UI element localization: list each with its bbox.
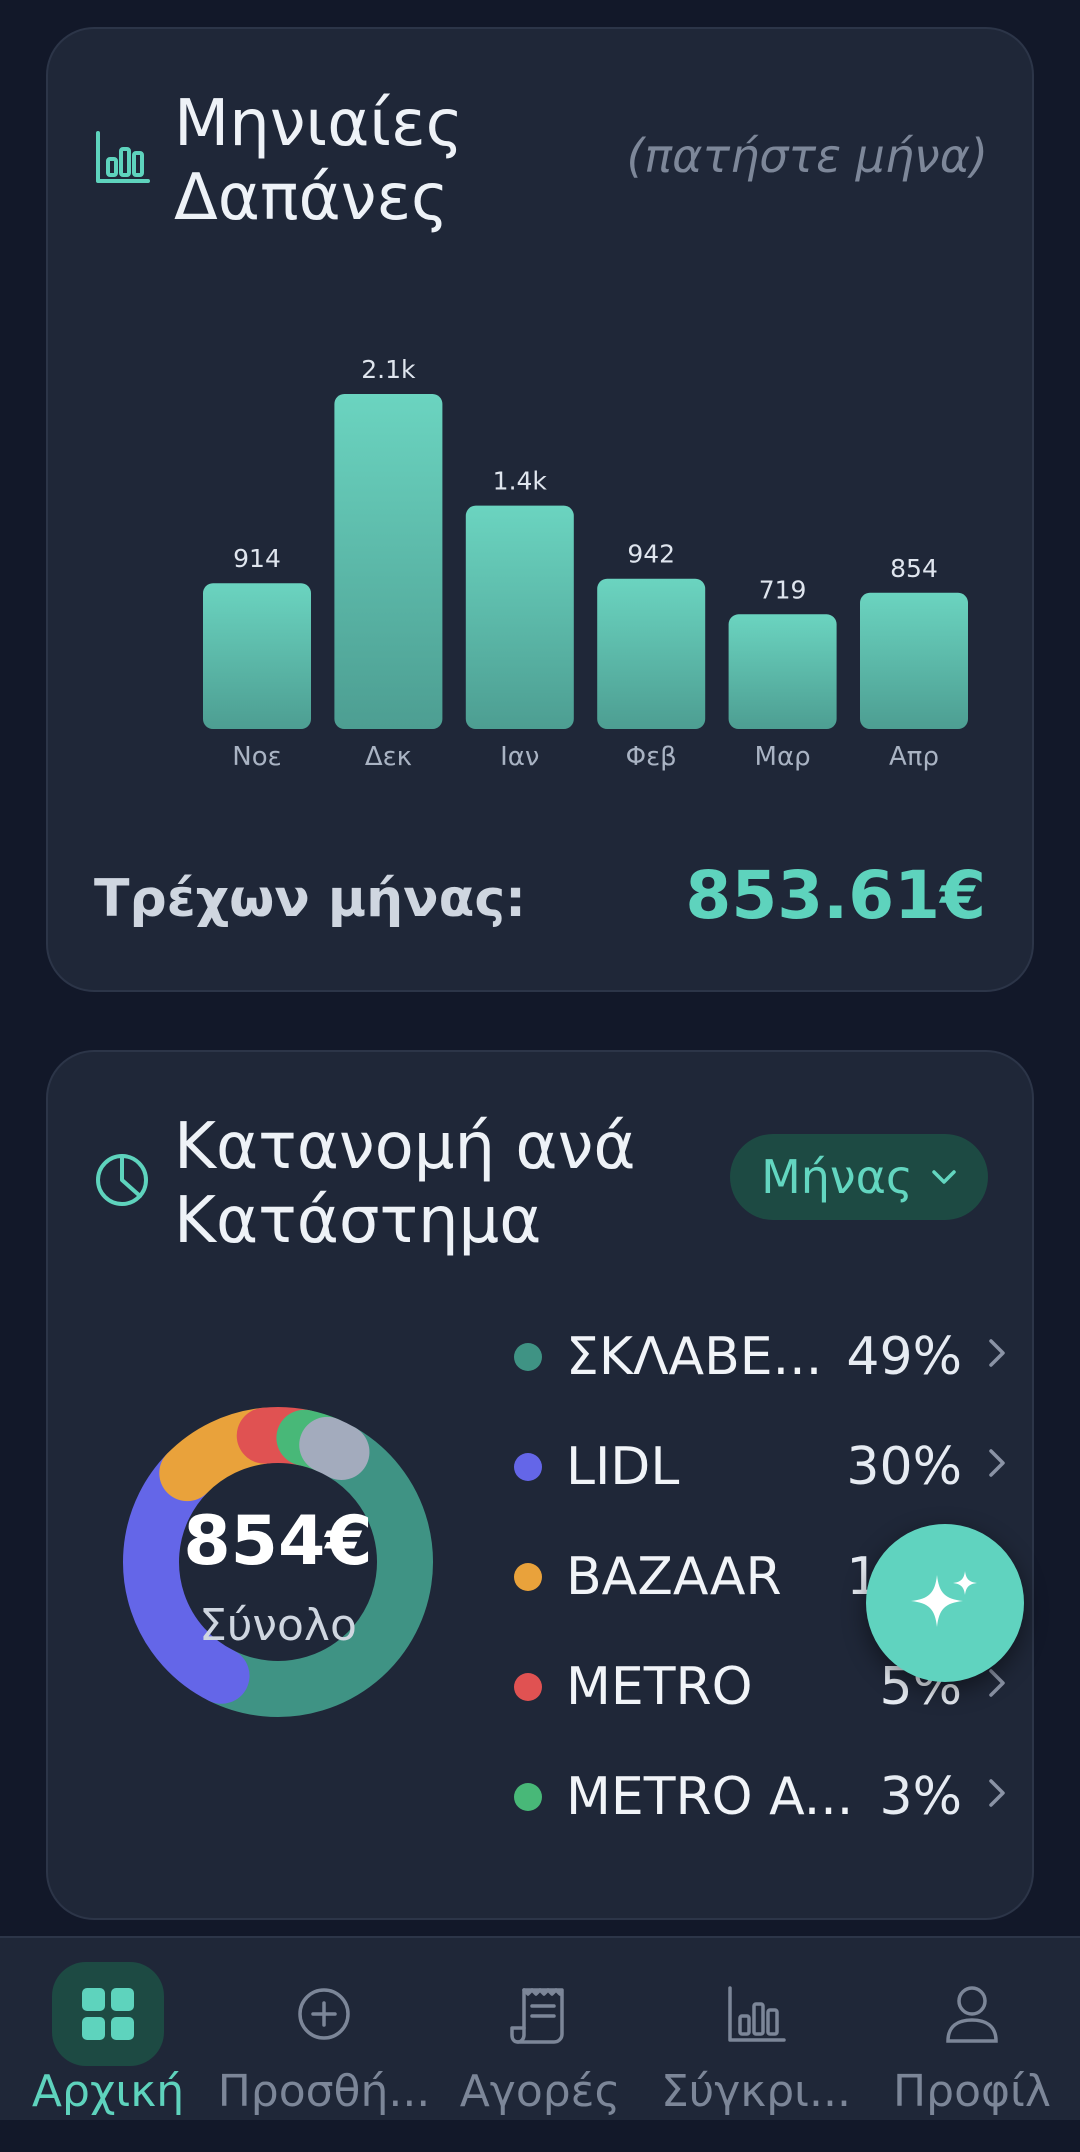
pie-chart-icon <box>96 1154 148 1206</box>
chevron-right-icon <box>989 1669 1005 1697</box>
plus-circle-icon <box>298 1988 350 2040</box>
bar-Απρ[interactable] <box>860 592 968 729</box>
nav-icon-container <box>484 1962 596 2066</box>
nav-icon-container <box>916 1962 1028 2066</box>
nav-item-purchases[interactable]: Αγορές <box>432 1938 648 2122</box>
bar-category-label: Μαρ <box>755 742 811 772</box>
legend-percentage: 3% <box>879 1767 963 1827</box>
legend-store-name: METRO A... <box>566 1767 854 1827</box>
donut-total-label: Σύνολο <box>199 1600 357 1651</box>
legend-item-4[interactable]: METRO A... 3% <box>514 1742 1014 1852</box>
bar-value-label: 942 <box>627 540 675 569</box>
legend-dot <box>514 1783 542 1811</box>
nav-item-compare[interactable]: Σύγκρι... <box>648 1938 864 2122</box>
bar-category-label: Νοε <box>232 742 281 772</box>
nav-item-profile[interactable]: Προφίλ <box>864 1938 1080 2122</box>
store-breakdown-title: Κατανομή ανά Κατάστημα <box>174 1110 636 1258</box>
bar-chart-icon <box>728 1986 786 2042</box>
nav-label: Προφίλ <box>893 2066 1051 2117</box>
period-selector-label: Μήνας <box>761 1150 913 1204</box>
nav-icon-container <box>700 1962 812 2066</box>
bar-value-label: 1.4k <box>493 467 548 496</box>
bar-category-label: Φεβ <box>626 742 677 772</box>
nav-icon-container <box>268 1962 380 2066</box>
donut-total-value: 854€ <box>183 1502 373 1581</box>
nav-label: Σύγκρι... <box>660 2066 851 2117</box>
legend-item-1[interactable]: LIDL 30% <box>514 1412 1014 1522</box>
legend-percentage: 30% <box>846 1437 962 1497</box>
legend-percentage: 49% <box>846 1327 962 1387</box>
legend-dot <box>514 1343 542 1371</box>
user-icon <box>946 1986 998 2043</box>
bar-Ιαν[interactable] <box>465 505 574 729</box>
chevron-right-icon <box>989 1449 1005 1477</box>
bar-value-label: 2.1k <box>361 355 416 384</box>
current-month-label: Τρέχων μήνας: <box>94 869 526 929</box>
nav-label: Αγορές <box>459 2066 621 2117</box>
nav-item-add[interactable]: Προσθή... <box>216 1938 432 2122</box>
nav-label: Προσθή... <box>217 2066 431 2117</box>
bar-Μαρ[interactable] <box>728 614 837 729</box>
sparkle-icon <box>911 1571 977 1627</box>
bar-value-label: 854 <box>890 554 938 583</box>
ai-assistant-fab[interactable] <box>866 1524 1024 1682</box>
chevron-right-icon <box>989 1779 1005 1807</box>
title-line-1: Κατανομή ανά <box>174 1110 636 1184</box>
bar-category-label: Ιαν <box>500 742 539 772</box>
legend-store-name: BAZAAR <box>566 1547 782 1607</box>
title-line-2: Κατάστημα <box>174 1184 542 1258</box>
bar-category-label: Απρ <box>889 742 939 772</box>
legend-dot <box>514 1673 542 1701</box>
grid-icon <box>82 1988 134 2040</box>
nav-item-home[interactable]: Αρχική <box>0 1938 216 2122</box>
nav-icon-container <box>52 1962 164 2066</box>
legend-item-0[interactable]: ΣΚΛΑΒΕ... 49% <box>514 1302 1014 1412</box>
receipt-icon <box>510 1988 564 2044</box>
legend-store-name: ΣΚΛΑΒΕ... <box>566 1327 823 1387</box>
legend-store-name: LIDL <box>566 1437 680 1497</box>
bar-value-label: 914 <box>233 544 281 573</box>
bar-Φεβ[interactable] <box>597 578 706 729</box>
chevron-right-icon <box>989 1339 1005 1367</box>
legend-dot <box>514 1453 542 1481</box>
system-gesture-bar <box>0 2120 1080 2152</box>
current-month-value: 853.61€ <box>685 857 986 934</box>
legend-dot <box>514 1563 542 1591</box>
monthly-bar-chart: 914 Νοε 2.1k Δεκ 1.4k Ιαν 942 Φεβ 719 Μαρ 854 Απρ <box>203 355 968 772</box>
bar-Νοε[interactable] <box>203 583 311 729</box>
store-breakdown-card: Κατανομή ανά Κατάστημα Μήνας 854€ Σύνολο… <box>46 1050 1034 1920</box>
bar-value-label: 719 <box>759 575 807 604</box>
bar-Δεκ[interactable] <box>334 394 443 729</box>
bottom-navigation: Αρχική Προσθή... Αγορές Σύγκρι... Προφίλ <box>0 1936 1080 2120</box>
legend-store-name: METRO <box>566 1657 753 1717</box>
bar-category-label: Δεκ <box>365 742 412 772</box>
nav-label: Αρχική <box>31 2066 185 2117</box>
chevron-down-icon <box>932 1170 956 1184</box>
monthly-expenses-card: Μηνιαίες Δαπάνες (πατήστε μήνα) 914 Νοε 2.… <box>46 27 1034 992</box>
period-selector-button[interactable]: Μήνας <box>730 1134 988 1220</box>
